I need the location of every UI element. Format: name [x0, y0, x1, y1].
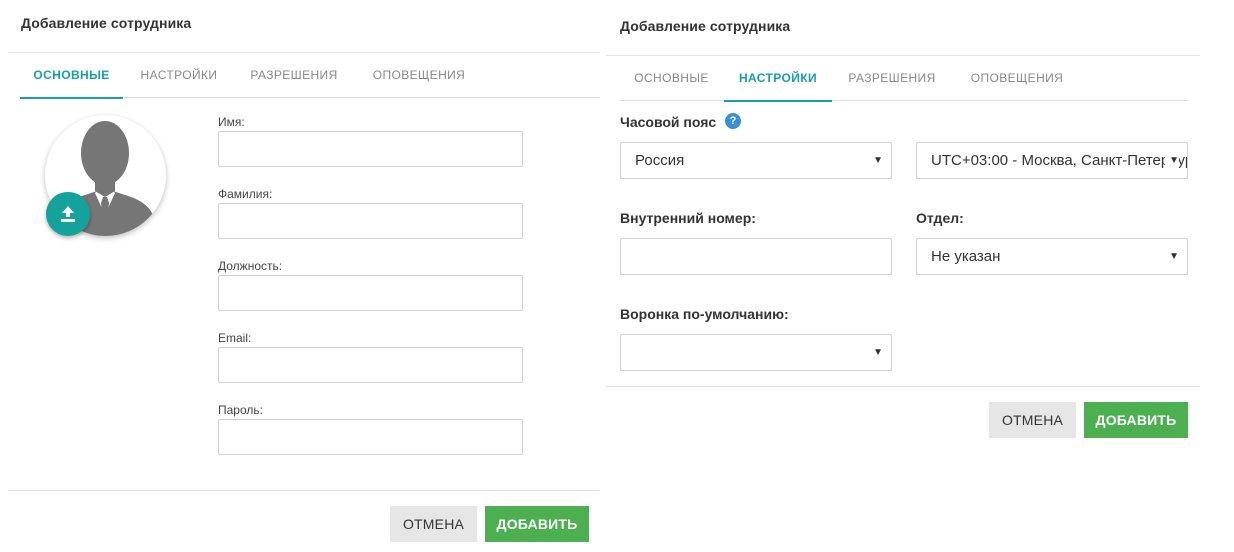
email-input[interactable]: [218, 347, 523, 383]
tab-permissions[interactable]: РАЗРЕШЕНИЯ: [242, 52, 346, 98]
add-employee-dialog-settings: Добавление сотрудника ОСНОВНЫЕ НАСТРОЙКИ…: [606, 0, 1200, 450]
tab-basic[interactable]: ОСНОВНЫЕ: [20, 52, 123, 99]
timezone-zone-value: UTC+03:00 - Москва, Санкт-Петербург: [931, 152, 1188, 169]
first-name-label: Имя:: [218, 115, 245, 129]
first-name-input[interactable]: [218, 131, 523, 167]
footer-divider: [606, 386, 1200, 387]
add-button[interactable]: ДОБАВИТЬ: [485, 506, 589, 542]
password-input[interactable]: [218, 419, 523, 455]
add-button[interactable]: ДОБАВИТЬ: [1084, 402, 1188, 438]
timezone-zone-select[interactable]: UTC+03:00 - Москва, Санкт-Петербург ▼: [916, 142, 1188, 179]
timezone-label: Часовой пояс: [620, 114, 717, 130]
tab-bar: ОСНОВНЫЕ НАСТРОЙКИ РАЗРЕШЕНИЯ ОПОВЕЩЕНИЯ: [20, 52, 600, 99]
position-label: Должность:: [218, 259, 283, 273]
timezone-country-value: Россия: [635, 152, 685, 169]
tab-settings[interactable]: НАСТРОЙКИ: [128, 52, 230, 98]
dialog-title: Добавление сотрудника: [620, 18, 791, 34]
chevron-down-icon: ▼: [873, 155, 883, 166]
tab-permissions[interactable]: РАЗРЕШЕНИЯ: [840, 55, 944, 101]
extension-input[interactable]: [620, 238, 892, 275]
cancel-button[interactable]: ОТМЕНА: [390, 506, 477, 542]
funnel-select[interactable]: ▼: [620, 334, 892, 371]
last-name-input[interactable]: [218, 203, 523, 239]
password-label: Пароль:: [218, 403, 263, 417]
dialog-title: Добавление сотрудника: [21, 15, 192, 31]
add-employee-dialog-basic: Добавление сотрудника ОСНОВНЫЕ НАСТРОЙКИ…: [8, 0, 600, 552]
extension-label: Внутренний номер:: [620, 210, 756, 226]
help-icon[interactable]: ?: [725, 113, 741, 129]
last-name-label: Фамилия:: [218, 187, 273, 201]
upload-photo-button[interactable]: [46, 192, 90, 236]
tab-bar: ОСНОВНЫЕ НАСТРОЙКИ РАЗРЕШЕНИЯ ОПОВЕЩЕНИЯ: [620, 55, 1188, 102]
department-value: Не указан: [931, 248, 1001, 265]
tab-notifications[interactable]: ОПОВЕЩЕНИЯ: [958, 55, 1076, 101]
department-label: Отдел:: [916, 210, 964, 226]
chevron-down-icon: ▼: [1169, 251, 1179, 262]
upload-icon: [61, 206, 75, 222]
footer-divider: [8, 490, 600, 491]
tab-settings[interactable]: НАСТРОЙКИ: [724, 55, 832, 102]
tab-basic[interactable]: ОСНОВНЫЕ: [620, 55, 723, 101]
department-select[interactable]: Не указан ▼: [916, 238, 1188, 275]
timezone-country-select[interactable]: Россия ▼: [620, 142, 892, 179]
chevron-down-icon: ▼: [1165, 143, 1179, 178]
funnel-label: Воронка по-умолчанию:: [620, 306, 789, 322]
position-input[interactable]: [218, 275, 523, 311]
cancel-button[interactable]: ОТМЕНА: [989, 402, 1076, 438]
tab-notifications[interactable]: ОПОВЕЩЕНИЯ: [360, 52, 478, 98]
chevron-down-icon: ▼: [873, 347, 883, 358]
email-label: Email:: [218, 331, 252, 345]
